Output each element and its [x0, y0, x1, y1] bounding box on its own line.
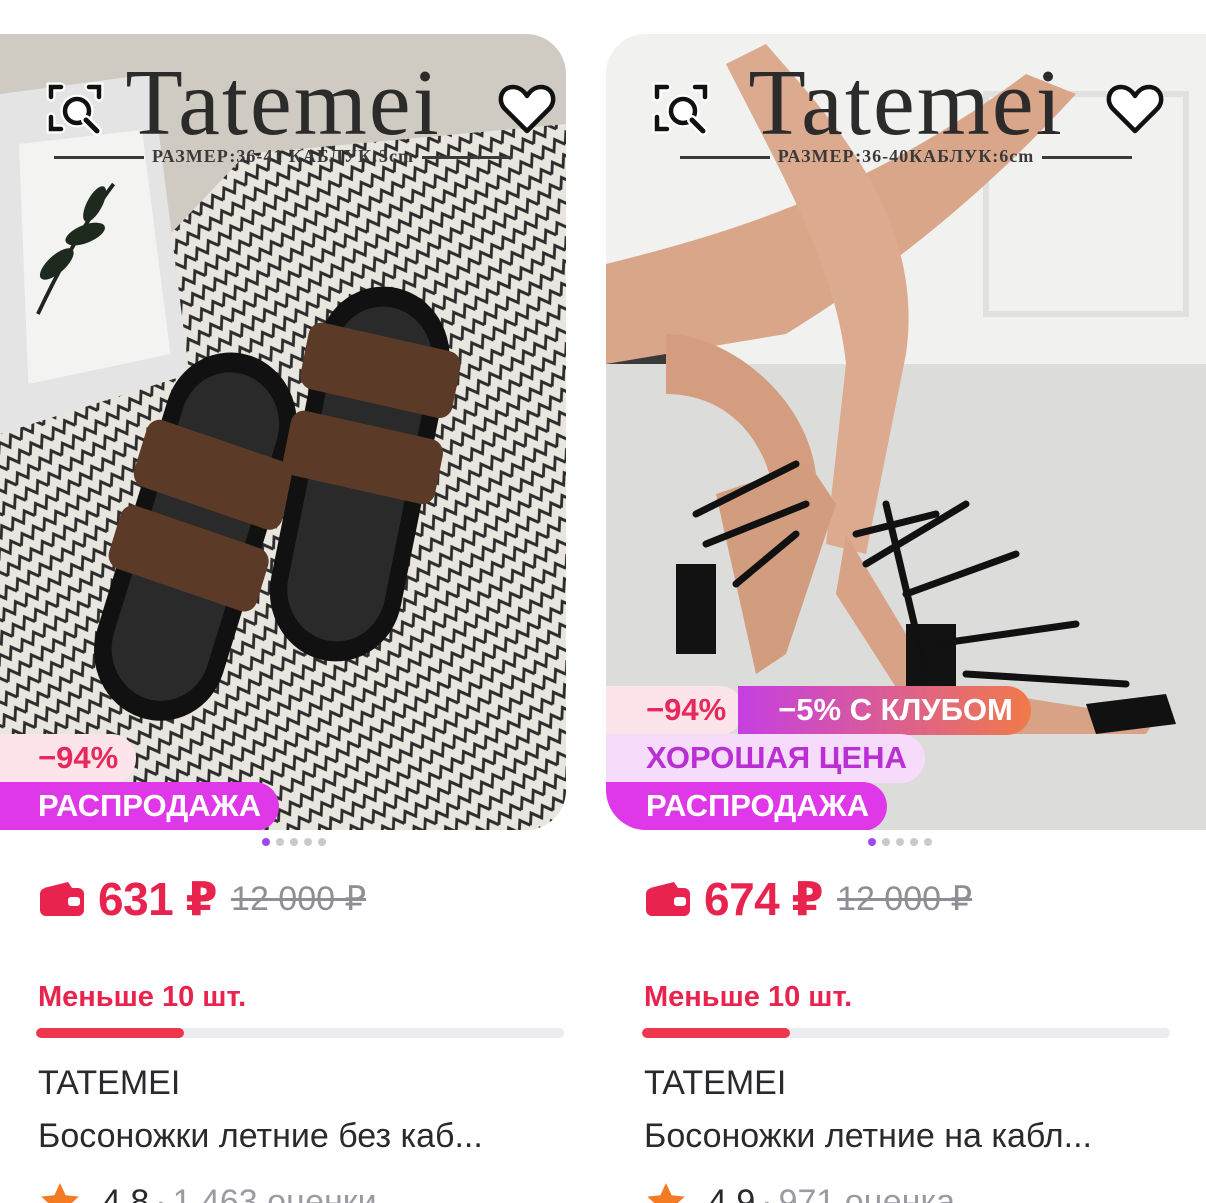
product-brand[interactable]: TATEMEI [644, 1064, 786, 1103]
pagination-dot [882, 838, 890, 846]
discount-badge: −94% [606, 686, 745, 735]
stock-bar-fill [36, 1028, 184, 1038]
product-title[interactable]: Босоножки летние на кабл... [644, 1117, 1092, 1156]
price-row: 631 ₽ 12 000 ₽ [38, 872, 366, 926]
wallet-icon [644, 880, 692, 918]
sale-badge: РАСПРОДАЖА [0, 782, 280, 830]
discount-badge: −94% [0, 734, 137, 783]
image-pagination [262, 838, 326, 846]
favorite-button[interactable] [1100, 74, 1170, 144]
wallet-icon [38, 880, 86, 918]
rating-row: 4,9 · 971 оценка [644, 1180, 955, 1203]
product-title[interactable]: Босоножки летние без каб... [38, 1117, 483, 1156]
image-search-icon [652, 82, 710, 136]
pagination-dot [262, 838, 270, 846]
rating-value: 4,8 [102, 1182, 150, 1203]
club-discount-badge: −5% С КЛУБОМ [738, 686, 1031, 735]
stock-bar [36, 1028, 564, 1038]
stock-bar-fill [642, 1028, 790, 1038]
pagination-dot [318, 838, 326, 846]
heart-icon [1106, 84, 1164, 134]
image-pagination [868, 838, 932, 846]
rating-separator: · [761, 1182, 773, 1203]
image-search-button[interactable] [646, 74, 716, 144]
product-image[interactable]: Tatemei РАЗМЕР:36-41 КАБЛУК:3cm −94% РАС… [0, 34, 566, 830]
reviews-count: 971 оценка [778, 1182, 955, 1203]
product-image[interactable]: Tatemei РАЗМЕР:36-40КАБЛУК:6cm −94% −5% … [606, 34, 1206, 830]
rating-separator: · [155, 1182, 167, 1203]
product-card[interactable]: Tatemei РАЗМЕР:36-41 КАБЛУК:3cm −94% РАС… [0, 34, 566, 1203]
reviews-count: 1 463 оценки [172, 1182, 377, 1203]
heart-icon [498, 84, 556, 134]
product-grid: Tatemei РАЗМЕР:36-41 КАБЛУК:3cm −94% РАС… [0, 0, 1206, 1203]
price-row: 674 ₽ 12 000 ₽ [644, 872, 972, 926]
star-icon [38, 1180, 82, 1203]
stock-text: Меньше 10 шт. [38, 981, 247, 1013]
sale-badge: РАСПРОДАЖА [606, 782, 888, 830]
image-search-icon [46, 82, 104, 136]
image-size-text: РАЗМЕР:36-41 КАБЛУК:3cm [0, 146, 566, 167]
stock-bar [642, 1028, 1170, 1038]
image-search-button[interactable] [40, 74, 110, 144]
favorite-button[interactable] [492, 74, 562, 144]
image-size-text: РАЗМЕР:36-40КАБЛУК:6cm [606, 146, 1206, 167]
product-brand[interactable]: TATEMEI [38, 1064, 180, 1103]
product-card[interactable]: Tatemei РАЗМЕР:36-40КАБЛУК:6cm −94% −5% … [606, 34, 1206, 1203]
badge-stack: −94% −5% С КЛУБОМ ХОРОШАЯ ЦЕНА РАСПРОДАЖА [606, 686, 1031, 830]
star-icon [644, 1180, 688, 1203]
old-price: 12 000 ₽ [837, 880, 973, 918]
badge-stack: −94% РАСПРОДАЖА [0, 734, 280, 830]
rating-value: 4,9 [708, 1182, 756, 1203]
pagination-dot [290, 838, 298, 846]
pagination-dot [276, 838, 284, 846]
current-price: 631 ₽ [98, 873, 218, 925]
rating-row: 4,8 · 1 463 оценки [38, 1180, 377, 1203]
old-price: 12 000 ₽ [231, 880, 367, 918]
pagination-dot [868, 838, 876, 846]
pagination-dot [924, 838, 932, 846]
good-price-badge: ХОРОШАЯ ЦЕНА [606, 734, 925, 783]
pagination-dot [910, 838, 918, 846]
current-price: 674 ₽ [704, 873, 824, 925]
stock-text: Меньше 10 шт. [644, 981, 853, 1013]
pagination-dot [304, 838, 312, 846]
pagination-dot [896, 838, 904, 846]
